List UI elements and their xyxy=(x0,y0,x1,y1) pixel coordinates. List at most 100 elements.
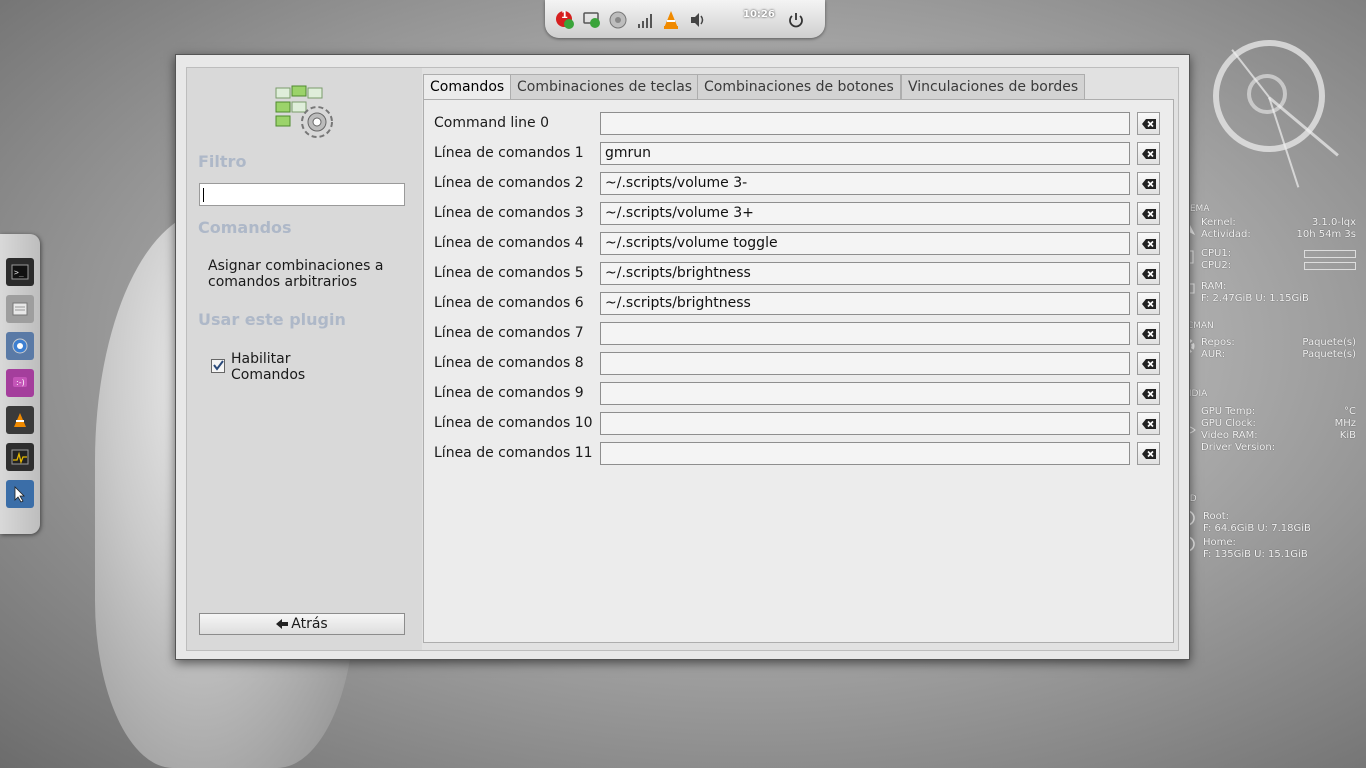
clear-command-button[interactable] xyxy=(1137,292,1160,315)
enable-plugin-checkbox[interactable] xyxy=(211,359,225,373)
command-input[interactable] xyxy=(600,442,1130,465)
svg-text::-): :-) xyxy=(16,378,25,387)
window-content: Filtro Comandos Asignar combinaciones a … xyxy=(186,67,1179,651)
backspace-clear-icon xyxy=(1141,448,1156,459)
clear-command-button[interactable] xyxy=(1137,142,1160,165)
ram-detail: F: 2.47GiB U: 1.15GiB xyxy=(1201,293,1309,304)
root-label: Root: xyxy=(1203,511,1230,522)
system-monitor-icon[interactable] xyxy=(6,443,34,471)
uptime-label: Actividad: xyxy=(1201,229,1251,240)
cpu1-bar xyxy=(1304,250,1356,258)
plugin-description: Asignar combinaciones a comandos arbitra… xyxy=(208,258,384,290)
backspace-clear-icon xyxy=(1141,358,1156,369)
tab-button-bindings[interactable]: Combinaciones de botones xyxy=(697,74,901,99)
command-row: Línea de comandos 3 ~/.scripts/volume 3+ xyxy=(424,202,1173,226)
clear-command-button[interactable] xyxy=(1137,442,1160,465)
cpu1-label: CPU1: xyxy=(1201,248,1232,259)
command-label: Línea de comandos 8 xyxy=(434,355,584,371)
vlc-launcher-icon[interactable] xyxy=(6,406,34,434)
clear-command-button[interactable] xyxy=(1137,232,1160,255)
compiz-settings-window: Filtro Comandos Asignar combinaciones a … xyxy=(175,54,1190,660)
command-input[interactable]: ~/.scripts/brightness xyxy=(600,292,1130,315)
clear-command-button[interactable] xyxy=(1137,412,1160,435)
repos-unit: Paquete(s) xyxy=(1302,337,1356,348)
tab-key-bindings[interactable]: Combinaciones de teclas xyxy=(510,74,700,99)
panel-date xyxy=(721,18,723,25)
command-input[interactable]: ~/.scripts/brightness xyxy=(600,262,1130,285)
clear-command-button[interactable] xyxy=(1137,352,1160,375)
cpu2-bar xyxy=(1304,262,1356,270)
aur-unit: Paquete(s) xyxy=(1302,349,1356,360)
browser-icon[interactable] xyxy=(6,332,34,360)
command-input[interactable] xyxy=(600,322,1130,345)
clear-command-button[interactable] xyxy=(1137,172,1160,195)
file-manager-icon[interactable] xyxy=(6,295,34,323)
command-label: Command line 0 xyxy=(434,115,550,131)
video-ram-label: Video RAM: xyxy=(1201,430,1258,441)
command-row: Línea de comandos 2 ~/.scripts/volume 3- xyxy=(424,172,1173,196)
clear-command-button[interactable] xyxy=(1137,322,1160,345)
command-label: Línea de comandos 4 xyxy=(434,235,584,251)
gpu-clock-unit: MHz xyxy=(1334,418,1356,429)
clear-command-button[interactable] xyxy=(1137,202,1160,225)
command-input[interactable]: ~/.scripts/volume 3- xyxy=(600,172,1130,195)
command-input[interactable]: ~/.scripts/volume 3+ xyxy=(600,202,1130,225)
backspace-clear-icon xyxy=(1141,208,1156,219)
command-label: Línea de comandos 1 xyxy=(434,145,584,161)
svg-text:>_: >_ xyxy=(14,268,24,277)
aur-label: AUR: xyxy=(1201,349,1226,360)
command-input[interactable] xyxy=(600,412,1130,435)
disk-utility-icon[interactable] xyxy=(608,10,628,30)
tab-edge-bindings[interactable]: Vinculaciones de bordes xyxy=(901,74,1086,99)
command-label: Línea de comandos 3 xyxy=(434,205,584,221)
home-label: Home: xyxy=(1203,537,1236,548)
filter-input[interactable] xyxy=(199,183,405,206)
signal-strength-icon[interactable] xyxy=(635,10,655,30)
command-row: Línea de comandos 11 xyxy=(424,442,1173,466)
kernel-value: 3.1.0-lqx xyxy=(1311,217,1356,228)
repos-label: Repos: xyxy=(1201,337,1235,348)
command-row: Línea de comandos 8 xyxy=(424,352,1173,376)
command-row: Línea de comandos 1 gmrun xyxy=(424,142,1173,166)
root-detail: F: 64.6GiB U: 7.18GiB xyxy=(1203,523,1311,534)
notification-count: 1 xyxy=(561,10,568,21)
command-input[interactable] xyxy=(600,112,1130,135)
backspace-clear-icon xyxy=(1141,148,1156,159)
command-row: Línea de comandos 9 xyxy=(424,382,1173,406)
command-input[interactable]: ~/.scripts/volume toggle xyxy=(600,232,1130,255)
command-input[interactable]: gmrun xyxy=(600,142,1130,165)
chat-client-icon[interactable]: :-) xyxy=(6,369,34,397)
back-button[interactable]: Atrás xyxy=(199,613,405,635)
command-label: Línea de comandos 6 xyxy=(434,295,584,311)
uptime-value: 10h 54m 3s xyxy=(1296,229,1356,240)
panel-clock[interactable]: 10:26 xyxy=(743,9,775,20)
backspace-clear-icon xyxy=(1141,418,1156,429)
terminal-icon[interactable]: >_ xyxy=(6,258,34,286)
cpu2-label: CPU2: xyxy=(1201,260,1232,271)
clear-command-button[interactable] xyxy=(1137,262,1160,285)
command-input[interactable] xyxy=(600,382,1130,405)
text-cursor xyxy=(203,188,204,202)
command-row: Línea de comandos 10 xyxy=(424,412,1173,436)
kernel-label: Kernel: xyxy=(1201,217,1236,228)
tab-commands[interactable]: Comandos xyxy=(423,74,512,101)
command-row: Línea de comandos 7 xyxy=(424,322,1173,346)
gpu-temp-label: GPU Temp: xyxy=(1201,406,1256,417)
vlc-icon[interactable] xyxy=(661,10,681,30)
commands-panel: Command line 0 Línea de comandos 1 gmrun Lí… xyxy=(423,99,1174,643)
clear-command-button[interactable] xyxy=(1137,112,1160,135)
commands-heading: Comandos xyxy=(198,218,292,237)
command-row: Command line 0 xyxy=(424,112,1173,136)
backspace-clear-icon xyxy=(1141,118,1156,129)
back-arrow-icon xyxy=(276,619,289,629)
clear-command-button[interactable] xyxy=(1137,382,1160,405)
gpu-clock-label: GPU Clock: xyxy=(1201,418,1256,429)
command-label: Línea de comandos 7 xyxy=(434,325,584,341)
pointer-tool-icon[interactable] xyxy=(6,480,34,508)
network-icon[interactable] xyxy=(582,10,602,30)
volume-icon[interactable] xyxy=(688,10,708,30)
power-icon[interactable] xyxy=(786,10,806,30)
command-row: Línea de comandos 6 ~/.scripts/brightness xyxy=(424,292,1173,316)
command-input[interactable] xyxy=(600,352,1130,375)
backspace-clear-icon xyxy=(1141,268,1156,279)
